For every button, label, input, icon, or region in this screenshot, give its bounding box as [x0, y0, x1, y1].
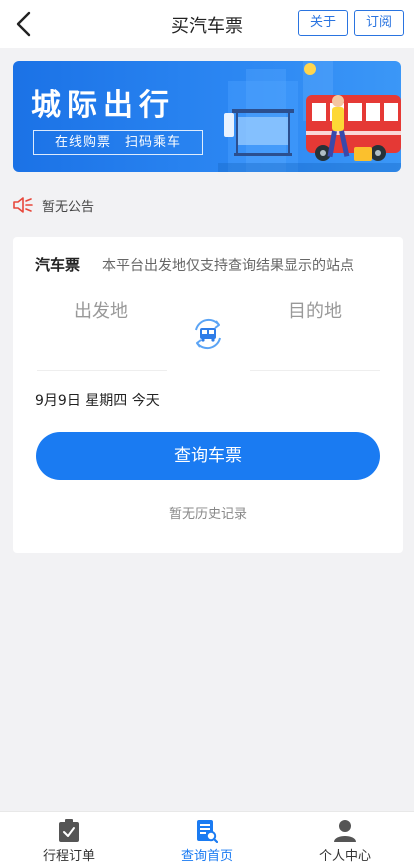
nav-bar: 买汽车票 关于 订阅 [0, 0, 414, 48]
promo-banner[interactable]: 城际出行 在线购票 扫码乘车 [13, 61, 401, 172]
banner-title: 城际出行 [31, 88, 175, 123]
announcement-bar: 暂无公告 [12, 194, 94, 216]
station-note: 本平台出发地仅支持查询结果显示的站点 [102, 258, 354, 274]
speaker-icon [13, 197, 33, 213]
banner-subtitle: 在线购票 扫码乘车 [33, 130, 203, 155]
bottom-tab-bar: 行程订单 查询首页 个人中心 [0, 811, 414, 865]
ticket-search-card: 汽车票 本平台出发地仅支持查询结果显示的站点 出发地 目的地 9月9日 星期四 … [13, 237, 403, 553]
departure-field[interactable]: 出发地 [37, 297, 165, 323]
page-title: 买汽车票 [171, 16, 243, 37]
tab-profile[interactable]: 个人中心 [276, 812, 414, 865]
about-button[interactable]: 关于 [298, 10, 348, 36]
tab-orders[interactable]: 行程订单 [0, 812, 138, 865]
swap-bus-icon[interactable] [188, 314, 228, 354]
destination-field[interactable]: 目的地 [250, 297, 380, 323]
ticket-type-label: 汽车票 [35, 256, 81, 274]
tab-label: 查询首页 [180, 849, 233, 864]
tab-search-home[interactable]: 查询首页 [138, 812, 276, 865]
document-search-icon [197, 820, 218, 843]
destination-underline [250, 370, 380, 371]
bus-station-illustration [218, 61, 401, 172]
travel-date-selector[interactable]: 9月9日 星期四 今天 [35, 390, 160, 410]
clipboard-check-icon [59, 819, 79, 842]
tab-label: 行程订单 [42, 849, 95, 864]
subscribe-button[interactable]: 订阅 [354, 10, 404, 36]
announcement-text: 暂无公告 [42, 199, 95, 215]
search-tickets-button[interactable]: 查询车票 [36, 432, 380, 480]
search-history: 暂无历史记录 [168, 507, 247, 522]
tab-label: 个人中心 [318, 849, 371, 864]
user-icon [334, 820, 356, 842]
departure-underline [37, 370, 167, 371]
